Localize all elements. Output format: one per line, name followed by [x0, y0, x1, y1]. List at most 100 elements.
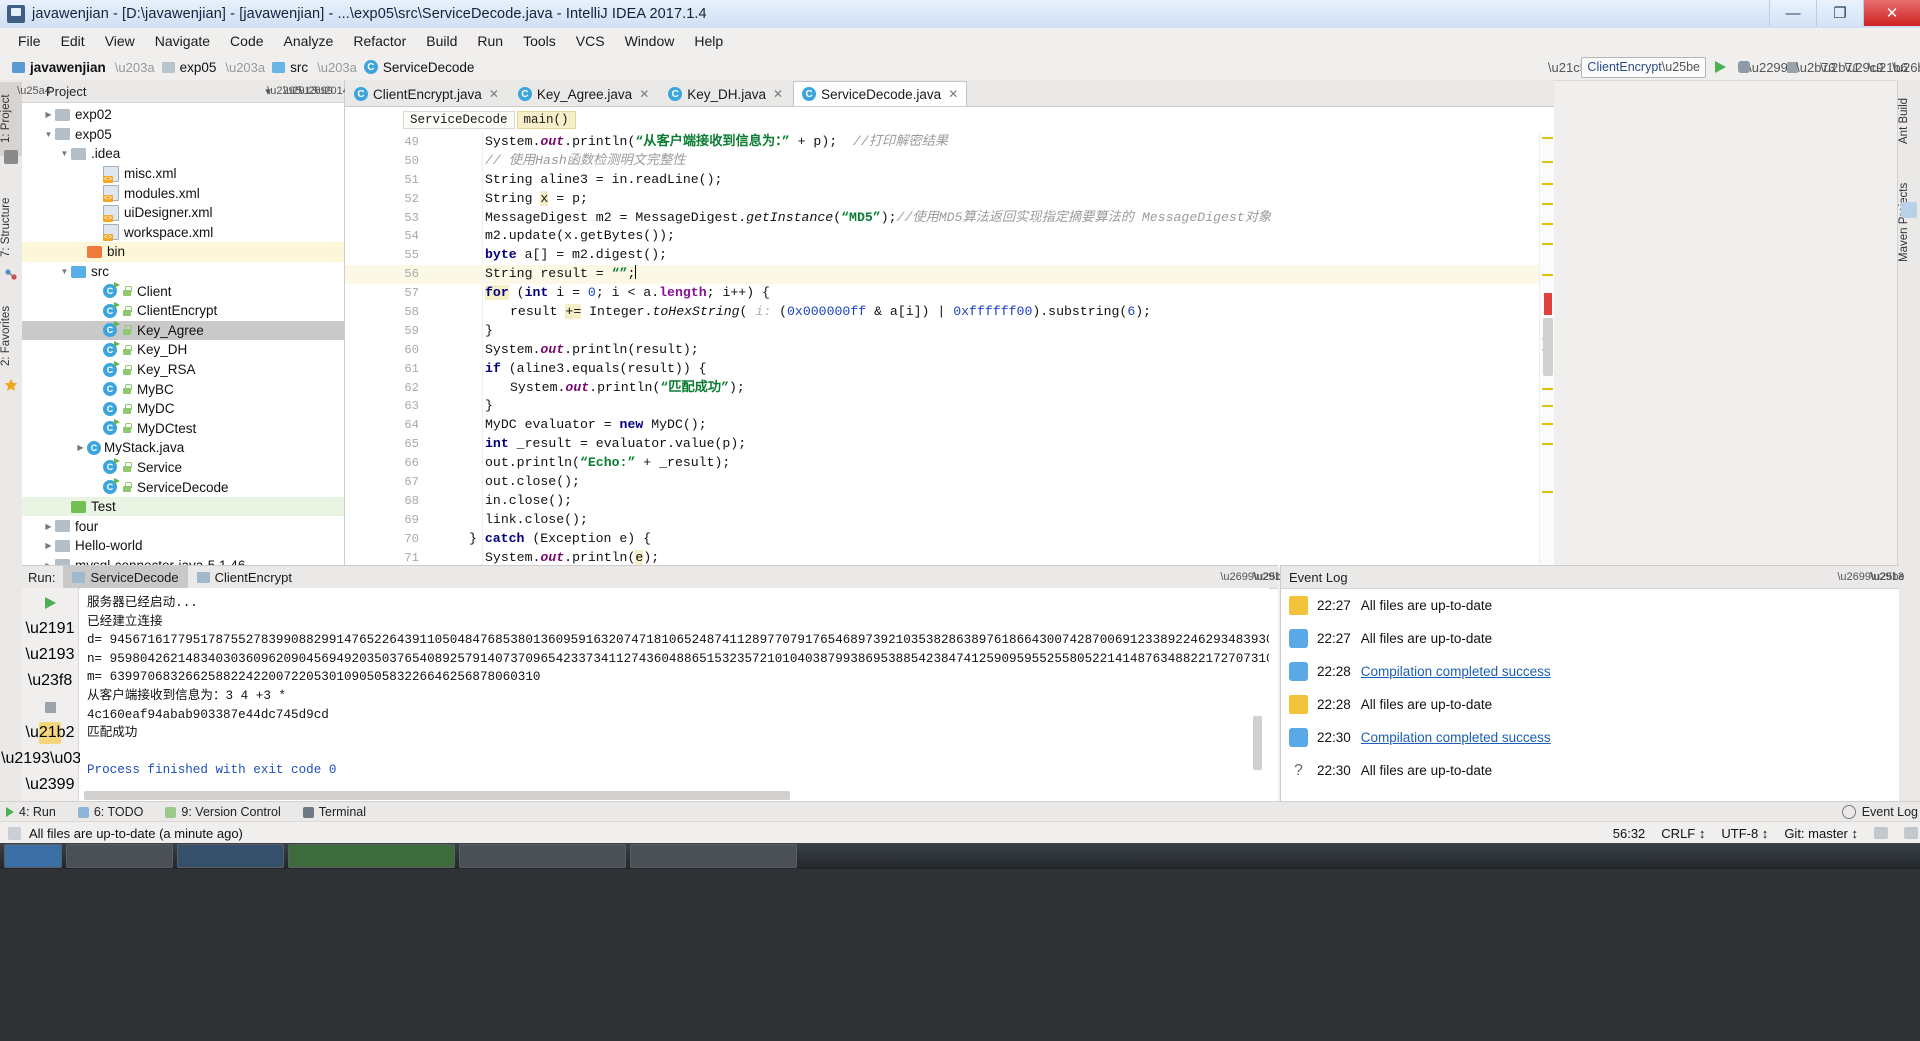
tree-node[interactable]: C MyDC: [22, 399, 344, 419]
code-line[interactable]: 69 link.close();: [345, 511, 1554, 530]
code-line[interactable]: 51 String aline3 = in.readLine();: [345, 171, 1554, 190]
file-encoding[interactable]: UTF-8 ↕: [1721, 826, 1768, 841]
code-line[interactable]: 71 System.out.println(e);: [345, 549, 1554, 566]
lock-icon[interactable]: [1874, 827, 1888, 839]
console-output[interactable]: 服务器已经启动... 已经建立连接 d= 945671617795178755278…: [80, 588, 1269, 808]
event-log-entry[interactable]: 22:27 All files are up-to-date: [1281, 622, 1899, 655]
code-line[interactable]: 49 System.out.println(“从客户端接收到信息为：” + p);…: [345, 133, 1554, 152]
tree-node[interactable]: modules.xml: [22, 183, 344, 203]
tree-node[interactable]: C Key_RSA: [22, 360, 344, 380]
tree-node[interactable]: ▼ exp05: [22, 125, 344, 145]
sidebar-item-structure[interactable]: 7: Structure: [0, 180, 22, 274]
close-icon[interactable]: ✕: [948, 87, 958, 101]
bottom-item-run[interactable]: 4: Run: [6, 805, 56, 819]
code-line[interactable]: 50// 使用Hash函数检测明文完整性: [345, 152, 1554, 171]
code-line[interactable]: 67 out.close();: [345, 473, 1554, 492]
event-message-link[interactable]: Compilation completed success: [1361, 664, 1551, 679]
run-tab-clientencrypt[interactable]: ClientEncrypt: [188, 566, 301, 588]
editor-tab-key_agree[interactable]: C Key_Agree.java ✕: [509, 81, 658, 106]
menu-item-refactor[interactable]: Refactor: [343, 30, 416, 52]
taskbar-item[interactable]: [630, 844, 797, 868]
event-log-entry[interactable]: ? 22:30 All files are up-to-date: [1281, 754, 1899, 787]
menu-item-help[interactable]: Help: [684, 30, 733, 52]
tree-node[interactable]: C Service: [22, 458, 344, 478]
tree-node[interactable]: Test: [22, 496, 344, 517]
pause-button[interactable]: \u23f8: [28, 670, 72, 692]
soft-wrap-button[interactable]: \u21b2: [26, 722, 74, 744]
tree-node[interactable]: ▶ Hello-world: [22, 536, 344, 556]
sidebar-item-ant-build[interactable]: Ant Build: [1898, 82, 1920, 160]
code-line[interactable]: 52 String x = p;: [345, 190, 1554, 209]
sidebar-item-maven-projects[interactable]: Maven Projects: [1898, 164, 1920, 280]
breadcrumb-method[interactable]: main(): [516, 111, 576, 129]
caret-position[interactable]: 56:32: [1613, 826, 1646, 841]
rerun-button[interactable]: [39, 592, 61, 614]
taskbar-item[interactable]: [459, 844, 626, 868]
tree-node[interactable]: C ServiceDecode: [22, 477, 344, 497]
code-line[interactable]: 58 result += Integer.toHexString( i: (0x0…: [345, 303, 1554, 322]
console-vertical-scrollbar[interactable]: [1253, 716, 1262, 770]
hide-panel-icon[interactable]: \u2014: [315, 83, 349, 99]
run-hide-icon[interactable]: \u2913: [1253, 569, 1287, 585]
breadcrumb-src[interactable]: src: [268, 58, 312, 77]
search-everywhere-icon[interactable]: \u26b2: [1892, 57, 1920, 77]
tree-node[interactable]: workspace.xml: [22, 223, 344, 243]
code-line[interactable]: 53 MessageDigest m2 = MessageDigest.getIn…: [345, 209, 1554, 228]
sort-icon[interactable]: \u21c5: [1548, 57, 1587, 77]
menu-item-analyze[interactable]: Analyze: [274, 30, 344, 52]
maximize-button[interactable]: ❐: [1816, 0, 1863, 26]
code-line[interactable]: 63}: [345, 397, 1554, 416]
console-horizontal-scrollbar[interactable]: [84, 791, 790, 800]
run-button[interactable]: [1710, 57, 1730, 77]
run-with-coverage-button[interactable]: \u2299: [1748, 57, 1788, 77]
tree-node[interactable]: C MyDCtest: [22, 419, 344, 439]
close-icon[interactable]: ✕: [773, 87, 783, 101]
breadcrumb-servicedecode[interactable]: C ServiceDecode: [360, 58, 479, 77]
code-line[interactable]: 59}: [345, 322, 1554, 341]
minimize-button[interactable]: —: [1769, 0, 1816, 26]
sidebar-item-favorites[interactable]: 2: Favorites: [0, 288, 22, 384]
chevron-down-icon[interactable]: ▼: [58, 267, 71, 276]
code-editor[interactable]: 49 System.out.println(“从客户端接收到信息为：” + p);…: [345, 133, 1554, 566]
tree-node[interactable]: uiDesigner.xml: [22, 203, 344, 223]
menu-item-run[interactable]: Run: [467, 30, 513, 52]
tree-node[interactable]: C Key_DH: [22, 340, 344, 360]
code-line[interactable]: 57 for (int i = 0; i < a.length; i++) {: [345, 284, 1554, 303]
taskbar-item[interactable]: [66, 844, 173, 868]
run-configuration-selector[interactable]: ClientEncrypt \u25be: [1581, 56, 1706, 78]
tree-node[interactable]: ▶ four: [22, 516, 344, 536]
event-log-entry[interactable]: 22:30 Compilation completed success: [1281, 721, 1899, 754]
tree-node[interactable]: C Client: [22, 281, 344, 301]
menu-item-vcs[interactable]: VCS: [566, 30, 615, 52]
memory-indicator-icon[interactable]: [1904, 827, 1918, 839]
scroll-up-button[interactable]: \u2191: [26, 618, 75, 640]
tree-node[interactable]: C MyBC: [22, 379, 344, 399]
scroll-down-button[interactable]: \u2193: [26, 644, 75, 666]
code-line[interactable]: 55 byte a[] = m2.digest();: [345, 246, 1554, 265]
event-log-entry[interactable]: 22:28 All files are up-to-date: [1281, 688, 1899, 721]
menu-item-window[interactable]: Window: [615, 30, 685, 52]
menu-item-navigate[interactable]: Navigate: [145, 30, 220, 52]
chevron-right-icon[interactable]: ▶: [42, 541, 55, 550]
editor-tab-key_dh[interactable]: C Key_DH.java ✕: [659, 81, 792, 106]
bottom-item-todo[interactable]: 6: TODO: [77, 805, 143, 819]
chevron-right-icon[interactable]: ▶: [74, 443, 87, 452]
menu-item-build[interactable]: Build: [416, 30, 467, 52]
event-log-hide-icon[interactable]: \u2913: [1870, 569, 1904, 585]
close-icon[interactable]: ✕: [639, 87, 649, 101]
menu-item-view[interactable]: View: [95, 30, 145, 52]
tree-node[interactable]: ▶ exp02: [22, 105, 344, 125]
run-tab-servicedecode[interactable]: ServiceDecode: [63, 566, 188, 588]
print-button[interactable]: \u2399: [26, 774, 75, 796]
status-layout-icon[interactable]: [8, 826, 21, 840]
tree-node[interactable]: ▼ .idea: [22, 144, 344, 164]
breadcrumb-project[interactable]: javawenjian: [8, 58, 110, 77]
code-line[interactable]: 68 in.close();: [345, 492, 1554, 511]
taskbar-item[interactable]: [177, 844, 284, 868]
bottom-item-event-log[interactable]: Event Log: [1841, 805, 1918, 819]
close-button[interactable]: ✕: [1863, 0, 1920, 26]
code-line[interactable]: 66 out.println(“Echo:” + _result);: [345, 454, 1554, 473]
code-line[interactable]: 70} catch (Exception e) {: [345, 530, 1554, 549]
chevron-down-icon[interactable]: ▼: [42, 130, 55, 139]
menu-item-edit[interactable]: Edit: [51, 30, 95, 52]
